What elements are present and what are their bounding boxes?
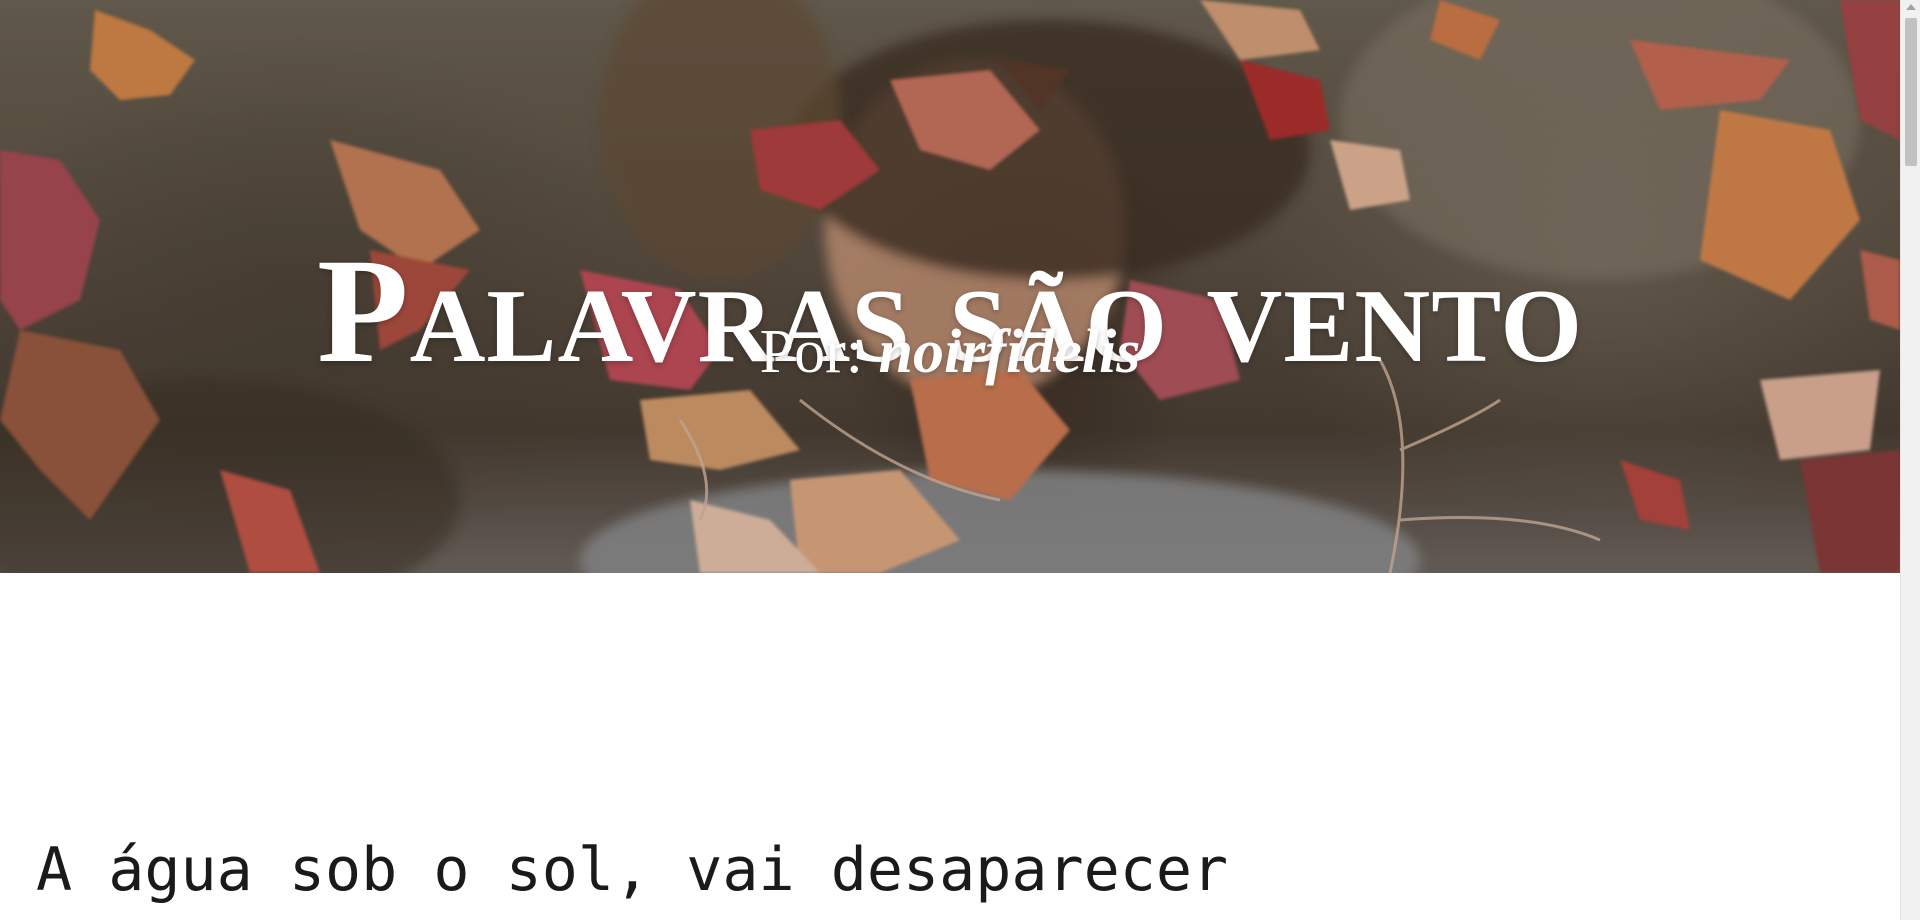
page: Palavras são vento Por: noirfidelis A ág… — [0, 0, 1920, 920]
scroll-up-arrow-icon[interactable] — [1906, 4, 1916, 10]
poem-content: A água sob o sol, vai desaparecer — [36, 830, 1876, 910]
vertical-scrollbar[interactable] — [1900, 0, 1920, 920]
poem-line: A água sob o sol, vai desaparecer — [36, 835, 1229, 905]
hero-banner: Palavras são vento Por: noirfidelis — [0, 0, 1900, 573]
author-link[interactable]: noirfidelis — [879, 318, 1141, 386]
byline-prefix: Por: — [759, 318, 879, 386]
scrollbar-thumb[interactable] — [1905, 18, 1917, 166]
byline: Por: noirfidelis — [0, 312, 1900, 392]
